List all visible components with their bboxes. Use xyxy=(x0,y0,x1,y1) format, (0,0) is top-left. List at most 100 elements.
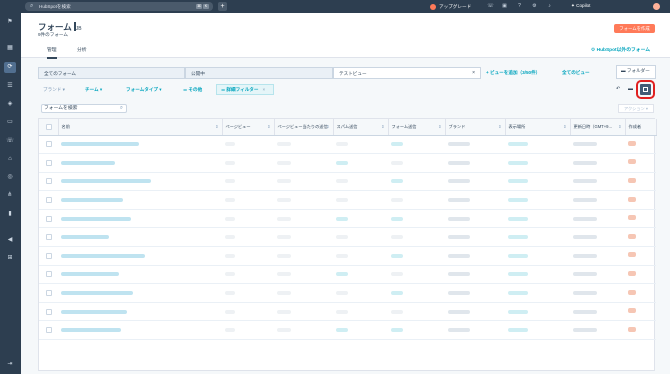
advanced-filters-button[interactable]: ⚌ 詳細フィルター × xyxy=(216,84,274,95)
column-header-creator[interactable]: 作成者 xyxy=(625,119,657,136)
sort-icon[interactable]: ⇕ xyxy=(438,124,441,129)
row-select-cell[interactable] xyxy=(39,209,58,229)
arrow-collapse-icon[interactable]: ◀ xyxy=(4,235,16,246)
column-header-updated[interactable]: 更新日時（GMT+9... ⇕ xyxy=(570,119,626,136)
sort-icon[interactable]: ⇕ xyxy=(381,124,384,129)
row-select-cell[interactable] xyxy=(39,265,58,285)
row-checkbox[interactable] xyxy=(46,308,52,315)
settings-gear-icon[interactable]: ⚙ xyxy=(531,3,538,10)
row-checkbox[interactable] xyxy=(46,234,52,241)
column-header-spam[interactable]: スパム送信 ⇕ xyxy=(333,119,389,136)
column-header-name[interactable]: 名前 ⇕ xyxy=(58,119,223,136)
table-row[interactable] xyxy=(39,283,656,303)
data-icon[interactable]: ◎ xyxy=(4,172,16,183)
clear-advanced-filters-icon[interactable]: × xyxy=(262,87,265,92)
table-row[interactable] xyxy=(39,265,656,285)
table-row[interactable] xyxy=(39,302,656,322)
brand-filter[interactable]: ブランド ▾ xyxy=(43,87,65,93)
upgrade-button[interactable]: アップグレード xyxy=(430,3,471,10)
table-cell[interactable] xyxy=(58,172,222,192)
column-header-brand[interactable]: ブランド ⇕ xyxy=(445,119,506,136)
table-row[interactable] xyxy=(39,209,656,229)
row-checkbox[interactable] xyxy=(46,271,52,278)
sales-icon[interactable]: ◈ xyxy=(4,99,16,110)
table-cell[interactable] xyxy=(58,190,222,210)
form-type-filter[interactable]: フォームタイプ ▾ xyxy=(126,87,162,93)
table-row[interactable] xyxy=(39,246,656,266)
row-checkbox[interactable] xyxy=(46,141,52,148)
row-checkbox[interactable] xyxy=(46,252,52,259)
row-checkbox[interactable] xyxy=(46,197,52,204)
form-search[interactable]: ⌕ xyxy=(41,104,127,113)
row-select-cell[interactable] xyxy=(39,172,58,192)
row-checkbox[interactable] xyxy=(46,327,52,334)
actions-dropdown[interactable]: アクション ▾ xyxy=(618,104,654,113)
row-select-cell[interactable] xyxy=(39,153,58,173)
quick-create-button[interactable]: + xyxy=(218,2,227,11)
table-row[interactable] xyxy=(39,135,656,155)
column-header-submissions-per-view[interactable]: ページビュー当たりの送信 ⇕ xyxy=(274,119,334,136)
user-avatar[interactable] xyxy=(653,3,660,10)
view-tab-all-forms[interactable]: 全てのフォーム xyxy=(38,67,185,79)
column-header-page-views[interactable]: ページビュー ⇕ xyxy=(222,119,275,136)
folder-button[interactable]: ▬ フォルダー xyxy=(616,65,656,79)
table-row[interactable] xyxy=(39,320,656,341)
create-form-button[interactable]: フォームを作成 xyxy=(614,24,655,33)
row-select-cell[interactable] xyxy=(39,302,58,322)
sort-icon[interactable]: ⇕ xyxy=(563,124,566,129)
add-view-button[interactable]: + ビューを追加（3/50件） xyxy=(486,70,540,76)
form-search-input[interactable] xyxy=(44,105,114,112)
undo-icon[interactable]: ↶ xyxy=(616,86,620,92)
table-cell[interactable] xyxy=(58,302,222,322)
row-select-cell[interactable] xyxy=(39,283,58,303)
all-views-button[interactable]: 全てのビュー xyxy=(562,70,590,76)
table-cell[interactable] xyxy=(58,227,222,248)
automation-icon[interactable]: ⋔ xyxy=(4,190,16,201)
edit-columns-button[interactable] xyxy=(636,80,655,99)
table-row[interactable] xyxy=(39,190,656,210)
sort-icon[interactable]: ⇕ xyxy=(618,124,621,129)
reports-icon[interactable]: ▮ xyxy=(4,209,16,220)
sort-icon[interactable]: ⇕ xyxy=(326,124,329,129)
table-cell[interactable] xyxy=(58,320,222,341)
row-checkbox[interactable] xyxy=(46,159,52,166)
row-select-cell[interactable] xyxy=(39,320,58,341)
table-cell[interactable] xyxy=(58,135,222,155)
row-checkbox[interactable] xyxy=(46,178,52,185)
copilot-button[interactable]: ✦ Copilot xyxy=(571,3,590,9)
row-select-cell[interactable] xyxy=(39,190,58,210)
row-checkbox[interactable] xyxy=(46,215,52,222)
bookmarks-icon[interactable]: ⚑ xyxy=(4,17,16,28)
commerce-icon[interactable]: ▭ xyxy=(4,117,16,128)
table-row[interactable] xyxy=(39,227,656,248)
sort-icon[interactable]: ⇕ xyxy=(267,124,270,129)
external-forms-link[interactable]: ⚙ HubSpot以外のフォーム xyxy=(591,46,650,53)
notifications-bell-icon[interactable]: ♪ xyxy=(546,3,553,10)
help-icon[interactable]: ? xyxy=(516,3,523,10)
workspaces-icon[interactable]: ▦ xyxy=(4,43,16,54)
table-cell[interactable] xyxy=(58,209,222,229)
view-tab-test-view[interactable]: テストビュー × xyxy=(333,67,481,79)
expand-sidebar-icon[interactable]: ⇥ xyxy=(4,359,16,370)
row-select-cell[interactable] xyxy=(39,246,58,266)
marketing-icon[interactable]: ⟳ xyxy=(4,62,16,73)
crm-contacts-icon[interactable]: ☰ xyxy=(4,81,16,92)
row-checkbox[interactable] xyxy=(46,290,52,297)
sort-icon[interactable]: ⇕ xyxy=(498,124,501,129)
folder-move-icon[interactable]: ▬ xyxy=(628,86,633,92)
service-icon[interactable]: ☏ xyxy=(4,136,16,147)
phone-icon[interactable]: ☏ xyxy=(487,3,494,10)
select-all-checkbox[interactable] xyxy=(46,123,52,130)
more-filters-button[interactable]: ⚌ その他 xyxy=(183,87,202,93)
row-select-cell[interactable] xyxy=(39,135,58,155)
row-select-cell[interactable] xyxy=(39,227,58,248)
column-header-submissions[interactable]: フォーム送信 ⇕ xyxy=(388,119,446,136)
table-cell[interactable] xyxy=(58,283,222,303)
table-row[interactable] xyxy=(39,172,656,192)
column-header-location[interactable]: 表示場所 ⇕ xyxy=(505,119,571,136)
select-all-cell[interactable] xyxy=(39,119,59,136)
view-tab-published[interactable]: 公開中 xyxy=(185,67,333,79)
global-search-input[interactable]: ⌕ HubSpotを検索 ⌘ K xyxy=(25,2,213,11)
close-view-icon[interactable]: × xyxy=(472,70,475,76)
tab-manage[interactable]: 管理 xyxy=(47,46,57,59)
